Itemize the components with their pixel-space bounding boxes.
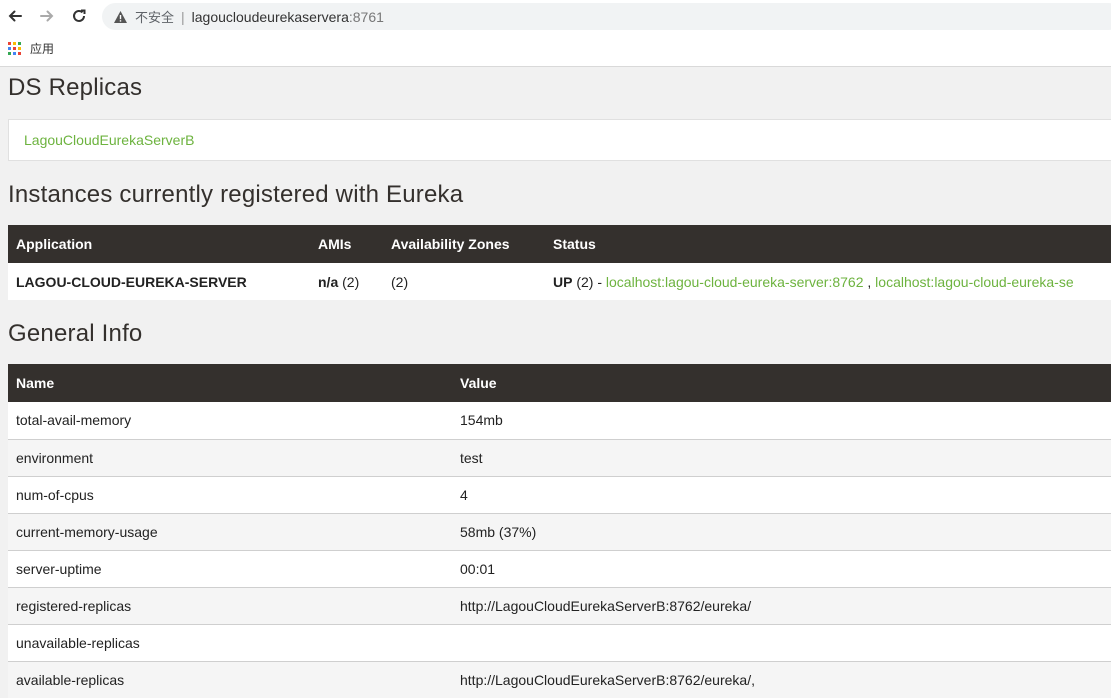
eureka-dashboard: DS Replicas LagouCloudEurekaServerB Inst…	[8, 67, 1111, 698]
instance-status: UP (2) - localhost:lagou-cloud-eureka-se…	[545, 263, 1111, 300]
info-value: 58mb (37%)	[452, 512, 1111, 550]
browser-chrome: 不安全 | lagoucloudeurekaservera:8761 应用	[0, 0, 1111, 67]
table-row: unavailable-replicas	[8, 623, 1111, 661]
amis-count: (2)	[342, 273, 360, 290]
column-header-status: Status	[545, 225, 1111, 263]
info-name: registered-replicas	[8, 586, 452, 624]
url-text[interactable]: lagoucloudeurekaservera:8761	[192, 9, 384, 25]
info-value	[452, 623, 1111, 661]
info-name: environment	[8, 438, 452, 476]
instance-link-2[interactable]: localhost:lagou-cloud-eureka-se	[875, 274, 1073, 290]
table-row: environment test	[8, 438, 1111, 476]
instance-amis: n/a (2)	[310, 263, 383, 300]
reload-icon	[73, 9, 86, 22]
instance-row: LAGOU-CLOUD-EUREKA-SERVER n/a (2) (2) UP…	[8, 263, 1111, 300]
column-header-application: Application	[8, 225, 310, 263]
amis-value: n/a	[318, 273, 339, 290]
back-button[interactable]	[4, 5, 26, 27]
table-row: available-replicas http://LagouCloudEure…	[8, 660, 1111, 698]
url-host: lagoucloudeurekaservera	[191, 8, 349, 25]
column-header-amis: AMIs	[310, 225, 383, 263]
bookmark-apps[interactable]: 应用	[30, 40, 54, 57]
status-count: (2) -	[576, 273, 603, 290]
column-header-name: Name	[8, 364, 452, 402]
info-value: 4	[452, 475, 1111, 513]
general-info-table: Name Value total-avail-memory 154mb envi…	[8, 364, 1111, 698]
status-value: UP	[553, 273, 573, 290]
url-port: :8761	[348, 8, 384, 25]
reload-button[interactable]	[68, 5, 90, 27]
general-info-header-row: Name Value	[8, 364, 1111, 402]
warning-triangle-icon[interactable]	[113, 9, 129, 25]
info-name: total-avail-memory	[8, 402, 452, 439]
security-label[interactable]: 不安全	[135, 7, 174, 26]
ds-replicas-heading: DS Replicas	[8, 74, 143, 101]
info-name: current-memory-usage	[8, 512, 452, 550]
address-divider: |	[181, 8, 185, 25]
info-name: unavailable-replicas	[8, 623, 452, 661]
instance-application: LAGOU-CLOUD-EUREKA-SERVER	[8, 263, 310, 300]
instance-zones: (2)	[383, 263, 545, 300]
info-value: 154mb	[452, 402, 1111, 439]
instances-heading: Instances currently registered with Eure…	[8, 181, 464, 208]
info-name: server-uptime	[8, 549, 452, 587]
instance-link-1[interactable]: localhost:lagou-cloud-eureka-server:8762	[606, 274, 864, 290]
info-value: http://LagouCloudEurekaServerB:8762/eure…	[452, 660, 1111, 698]
info-name: num-of-cpus	[8, 475, 452, 513]
info-value: test	[452, 438, 1111, 476]
column-header-value: Value	[452, 364, 1111, 402]
table-row: total-avail-memory 154mb	[8, 402, 1111, 439]
info-value: 00:01	[452, 549, 1111, 587]
table-row: registered-replicas http://LagouCloudEur…	[8, 586, 1111, 624]
table-row: current-memory-usage 58mb (37%)	[8, 512, 1111, 550]
ds-replicas-list: LagouCloudEurekaServerB	[8, 119, 1111, 161]
replica-link[interactable]: LagouCloudEurekaServerB	[24, 132, 194, 148]
info-value: http://LagouCloudEurekaServerB:8762/eure…	[452, 586, 1111, 624]
address-bar[interactable]: 不安全 | lagoucloudeurekaservera:8761	[102, 3, 1111, 30]
bookmarks-bar: 应用	[8, 39, 54, 57]
arrow-left-icon	[8, 10, 22, 22]
apps-grid-icon[interactable]	[8, 41, 21, 55]
instance-link-separator: ,	[867, 273, 872, 290]
column-header-zones: Availability Zones	[383, 225, 545, 263]
instances-header-row: Application AMIs Availability Zones Stat…	[8, 225, 1111, 263]
general-info-heading: General Info	[8, 320, 143, 347]
arrow-right-icon	[40, 10, 54, 22]
info-name: available-replicas	[8, 660, 452, 698]
table-row: num-of-cpus 4	[8, 475, 1111, 513]
table-row: server-uptime 00:01	[8, 549, 1111, 587]
instances-table: Application AMIs Availability Zones Stat…	[8, 225, 1111, 300]
forward-button[interactable]	[36, 5, 58, 27]
